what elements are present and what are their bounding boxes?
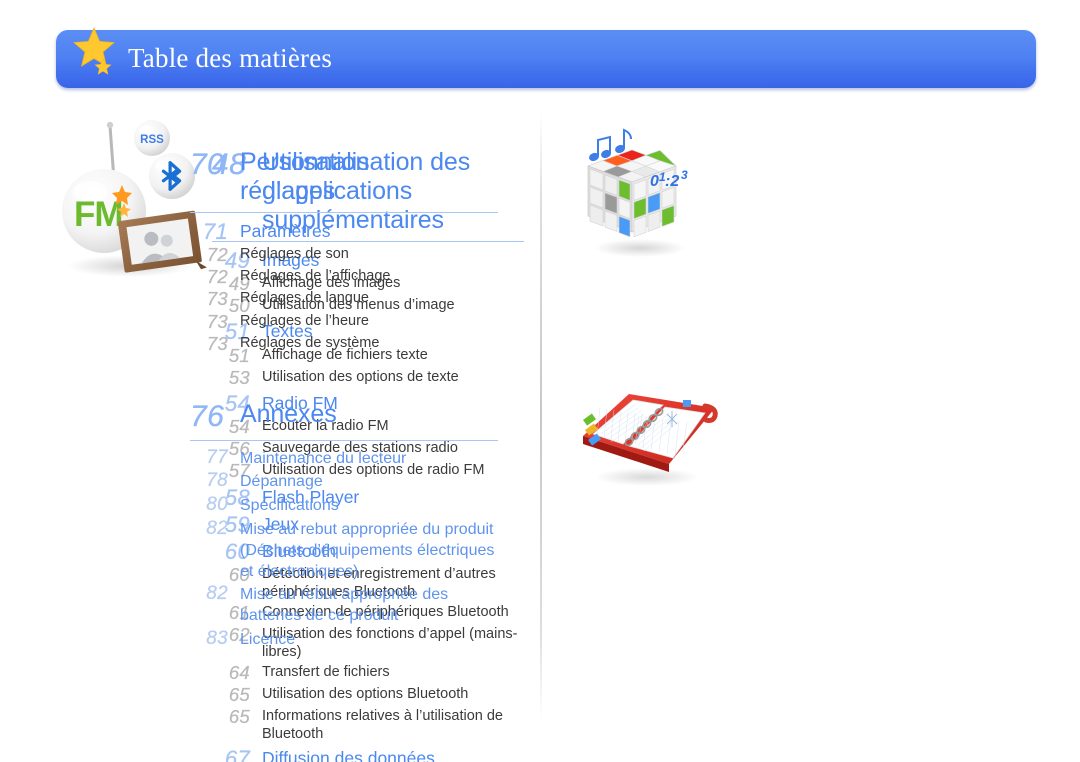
toc-entry[interactable]: 78 Dépannage [190, 470, 498, 493]
toc-entry[interactable]: 80 Spécifications [190, 494, 498, 517]
toc-entry[interactable]: 53 Utilisation des options de texte [212, 367, 524, 389]
toc-entry-label[interactable]: Dépannage [240, 470, 323, 493]
svg-text::2: :2 [665, 173, 679, 190]
toc-entry[interactable]: 82 Mise au rebut appropriée du produit (D… [190, 518, 498, 582]
section-page-number: 70 [190, 148, 225, 181]
section-rule [190, 439, 498, 441]
section-personnalisation: 70 Personnalisation des réglages 71 Paramèt… [190, 148, 498, 355]
toc-entry-page-number: 72 [206, 244, 228, 266]
toc-entry[interactable]: 65 Informations relatives à l’utilisation… [212, 706, 524, 744]
notebook-illustration [573, 378, 723, 490]
toc-entry-label[interactable]: Réglages de l’heure [240, 311, 369, 331]
toc-entry-label[interactable]: Utilisation des options de texte [262, 367, 459, 387]
section-heading: 70 Personnalisation des réglages [190, 148, 498, 206]
toc-entry-list: 77 Maintenance du lecteur 78 Dépannage 80 Spé… [190, 446, 498, 651]
toc-entry-page-number: 67 [224, 746, 250, 762]
toc-entry[interactable]: 64 Transfert de fichiers [212, 662, 524, 684]
star-icon [68, 24, 130, 86]
toc-entry-label[interactable]: Licence [240, 628, 295, 651]
toc-entry-label[interactable]: Spécifications [240, 494, 339, 517]
toc-entry-page-number: 77 [206, 446, 228, 468]
toc-entry-label[interactable]: Transfert de fichiers [262, 662, 390, 682]
toc-entry-label[interactable]: Paramètres [240, 219, 330, 242]
section-title[interactable]: Annexes [240, 400, 337, 429]
toc-entry-page-number: 65 [228, 706, 250, 728]
page-header-banner: Table des matières [56, 26, 1036, 88]
section-title[interactable]: Personnalisation des réglages [240, 148, 498, 206]
toc-entry-page-number: 78 [206, 470, 228, 492]
toc-entry-page-number: 73 [206, 310, 228, 332]
rubiks-cube-illustration: 0 1 :2 3 [572, 122, 712, 262]
section-page-number: 76 [190, 400, 225, 433]
toc-entry-list: 71 Paramètres 72 Réglages de son 72 Réglages … [190, 219, 498, 355]
toc-entry-page-number: 82 [206, 517, 228, 539]
toc-entry-label[interactable]: Maintenance du lecteur [240, 447, 406, 470]
section-heading: 76 Annexes [190, 400, 498, 434]
toc-entry-page-number: 73 [206, 332, 228, 354]
toc-entry-label[interactable]: Réglages de langue [240, 288, 369, 308]
svg-text:3: 3 [681, 168, 688, 182]
toc-entry-page-number: 80 [206, 494, 228, 516]
toc-entry[interactable]: 65 Utilisation des options Bluetooth [212, 684, 524, 706]
cube-timer-label: 0 [650, 173, 659, 190]
toc-entry[interactable]: 73 Réglages de système [190, 333, 498, 355]
toc-entry[interactable]: 73 Réglages de l’heure [190, 311, 498, 333]
toc-entry-label[interactable]: Réglages de l’affichage [240, 266, 390, 286]
section-annexes: 76 Annexes 77 Maintenance du lecteur 78 Dépan… [190, 400, 498, 651]
toc-entry-page-number: 65 [228, 684, 250, 706]
toc-entry[interactable]: 71 Paramètres [190, 219, 498, 244]
toc-entry-page-number: 82 [206, 583, 228, 605]
toc-entry[interactable]: 82 Mise au rebut appropriée des batteries… [190, 583, 498, 627]
toc-entry[interactable]: 67 Diffusion des données [212, 746, 524, 762]
toc-entry[interactable]: 72 Réglages de l’affichage [190, 266, 498, 288]
toc-entry-label[interactable]: Mise au rebut appropriée du produit (Déc… [240, 518, 498, 582]
toc-entry-label[interactable]: Informations relatives à l’utilisation d… [262, 706, 524, 744]
toc-entry[interactable]: 77 Maintenance du lecteur [190, 446, 498, 470]
toc-entry-label[interactable]: Réglages de son [240, 244, 349, 264]
column-divider [540, 112, 542, 720]
toc-entry-page-number: 71 [202, 219, 228, 244]
toc-entry-label[interactable]: Réglages de système [240, 333, 379, 353]
toc-entry-label[interactable]: Utilisation des options Bluetooth [262, 684, 468, 704]
toc-entry-page-number: 83 [206, 627, 228, 649]
toc-page: Table des matières FM RSS 0 1:2 3 48 Ut… [0, 0, 1080, 762]
svg-text:RSS: RSS [140, 134, 164, 146]
toc-entry-label[interactable]: Mise au rebut appropriée des batteries d… [240, 583, 498, 627]
toc-entry-page-number: 53 [228, 366, 250, 388]
toc-entry-page-number: 72 [206, 266, 228, 288]
toc-entry[interactable]: 72 Réglages de son [190, 244, 498, 266]
page-title: Table des matières [128, 42, 333, 73]
toc-entry-page-number: 64 [228, 661, 250, 683]
toc-entry-page-number: 73 [206, 288, 228, 310]
toc-entry[interactable]: 73 Réglages de langue [190, 288, 498, 310]
svg-text:FM: FM [74, 195, 123, 234]
section-rule [190, 212, 498, 213]
toc-entry[interactable]: 83 Licence [190, 628, 498, 651]
toc-entry-label[interactable]: Diffusion des données [262, 746, 435, 762]
